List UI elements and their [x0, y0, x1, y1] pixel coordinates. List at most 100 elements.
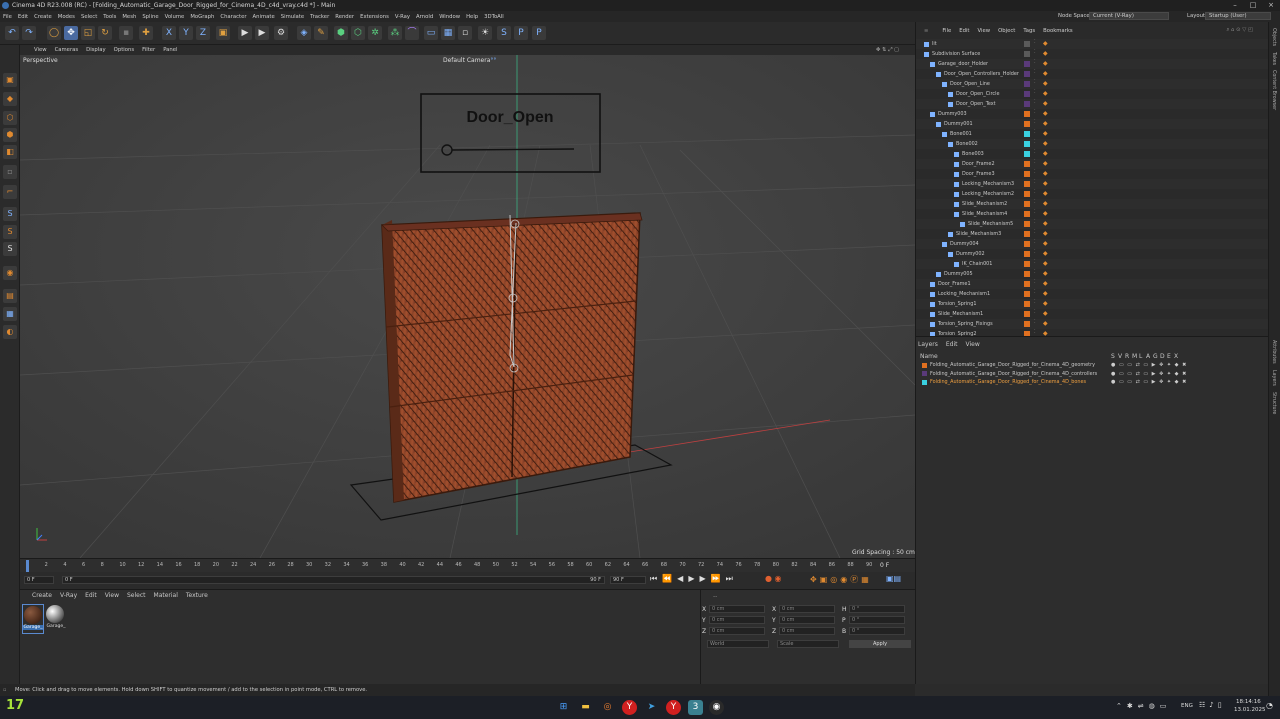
snap-settings-icon[interactable]: S	[3, 225, 17, 239]
language-indicator[interactable]: ENG	[1181, 703, 1193, 709]
object-row[interactable]: Slide_Mechanism4 ⁚ ◆	[916, 209, 1269, 219]
vray-icon[interactable]: S	[497, 26, 511, 40]
material-menu-view[interactable]: View	[105, 592, 119, 599]
cube-icon[interactable]: ◈	[297, 26, 311, 40]
material-menu-create[interactable]: Create	[32, 592, 52, 599]
z-axis-icon[interactable]: Z	[196, 26, 210, 40]
minimize-icon[interactable]: –	[1226, 0, 1244, 11]
object-tags-icon[interactable]: ◆	[1043, 310, 1048, 318]
object-tags-icon[interactable]: ◆	[1043, 300, 1048, 308]
uv-mode-icon[interactable]: ▫	[3, 165, 17, 179]
object-menu-object[interactable]: Object	[994, 23, 1019, 40]
object-menu-view[interactable]: View	[974, 23, 995, 40]
camera-icon[interactable]: ▫	[458, 26, 472, 40]
keyframe-tools[interactable]: ✥▣◎◉Ⓟ▦	[810, 574, 872, 585]
recent-tools-icon[interactable]: ▪	[119, 26, 133, 40]
timeline-layout-icon[interactable]: ▣▤	[886, 574, 901, 583]
viewport-menu-options[interactable]: Options	[110, 45, 138, 55]
object-layer-swatch[interactable]	[1024, 221, 1030, 227]
object-tags-icon[interactable]: ◆	[1043, 60, 1048, 68]
3d-viewport[interactable]: Door_Open Perspective Default Camera°° G…	[20, 55, 915, 558]
browser-icon[interactable]: ◎	[600, 700, 615, 715]
layout-dropdown[interactable]: Startup (User)	[1205, 12, 1271, 20]
object-layer-swatch[interactable]	[1024, 311, 1030, 317]
node-space-dropdown[interactable]: Current (V-Ray)	[1089, 12, 1169, 20]
right-tab-layers[interactable]: Layers	[1271, 370, 1276, 386]
right-tab-content-browser[interactable]: Content Browser	[1271, 70, 1276, 110]
object-tags-icon[interactable]: ◆	[1043, 290, 1048, 298]
object-layer-swatch[interactable]	[1024, 301, 1030, 307]
object-layer-swatch[interactable]	[1024, 261, 1030, 267]
cinema4d-taskbar-icon[interactable]: ◉	[709, 700, 724, 715]
object-tags-icon[interactable]: ◆	[1043, 180, 1048, 188]
object-visibility-dots[interactable]: ⁚	[1034, 180, 1037, 188]
object-tags-icon[interactable]: ◆	[1043, 150, 1048, 158]
object-layer-swatch[interactable]	[1024, 111, 1030, 117]
object-tags-icon[interactable]: ◆	[1043, 190, 1048, 198]
object-row[interactable]: Door_Frame3 ⁚ ◆	[916, 169, 1269, 179]
viewport-menu-panel[interactable]: Panel	[159, 45, 181, 55]
x-axis-icon[interactable]: X	[162, 26, 176, 40]
object-tags-icon[interactable]: ◆	[1043, 280, 1048, 288]
telegram-icon[interactable]: ➤	[644, 700, 659, 715]
coord-value-field[interactable]: 0 °	[849, 616, 905, 624]
move-tool-icon[interactable]: ✥	[64, 26, 78, 40]
object-visibility-dots[interactable]: ⁚	[1034, 90, 1037, 98]
object-layer-swatch[interactable]	[1024, 271, 1030, 277]
polygons-mode-icon[interactable]: ◧	[3, 145, 17, 159]
layer-row[interactable]: Folding_Automatic_Garage_Door_Rigged_for…	[922, 378, 1262, 386]
workplane-icon[interactable]: ▤	[3, 289, 17, 303]
object-tags-icon[interactable]: ◆	[1043, 70, 1048, 78]
network-volume-icons[interactable]: ☷♪▯	[1199, 701, 1226, 709]
layer-color-swatch[interactable]	[922, 379, 927, 385]
object-visibility-dots[interactable]: ⁚	[1034, 80, 1037, 88]
render-picture-viewer-icon[interactable]: ▶	[255, 26, 269, 40]
object-row[interactable]: lit ⁚ ◆	[916, 39, 1269, 49]
object-visibility-dots[interactable]: ⁚	[1034, 120, 1037, 128]
scene-icon[interactable]: ▦	[441, 26, 455, 40]
object-visibility-dots[interactable]: ⁚	[1034, 210, 1037, 218]
cloner-icon[interactable]: ⁂	[388, 26, 402, 40]
object-row[interactable]: Dummy005 ⁚ ◆	[916, 269, 1269, 279]
object-layer-swatch[interactable]	[1024, 121, 1030, 127]
object-visibility-dots[interactable]: ⁚	[1034, 130, 1037, 138]
object-search-icon[interactable]: ⌕ ⌂ ⊙ ▽ ◰	[1222, 22, 1257, 39]
object-visibility-dots[interactable]: ⁚	[1034, 220, 1037, 228]
mograph-icon[interactable]: ✲	[368, 26, 382, 40]
playback-controls[interactable]: ⏮⏪◀▶▶⏩⏭	[650, 574, 738, 584]
layer-row[interactable]: Folding_Automatic_Garage_Door_Rigged_for…	[922, 361, 1262, 369]
apply-button[interactable]: Apply	[849, 640, 911, 648]
object-tags-icon[interactable]: ◆	[1043, 110, 1048, 118]
object-row[interactable]: Door_Open_Controllers_Holder ⁚ ◆	[916, 69, 1269, 79]
object-layer-swatch[interactable]	[1024, 51, 1030, 57]
viewport-navigation-icon[interactable]: ✥ ⇅ ⤢ ▢	[872, 45, 903, 55]
object-row[interactable]: Garage_door_Holder ⁚ ◆	[916, 59, 1269, 69]
object-menu-tags[interactable]: Tags	[1019, 23, 1039, 40]
playhead[interactable]	[26, 560, 29, 572]
object-row[interactable]: Bone002 ⁚ ◆	[916, 139, 1269, 149]
object-tags-icon[interactable]: ◆	[1043, 120, 1048, 128]
object-layer-swatch[interactable]	[1024, 251, 1030, 257]
object-row[interactable]: Door_Frame1 ⁚ ◆	[916, 279, 1269, 289]
object-tags-icon[interactable]: ◆	[1043, 320, 1048, 328]
object-layer-swatch[interactable]	[1024, 291, 1030, 297]
object-menu-edit[interactable]: Edit	[955, 23, 973, 40]
edges-mode-icon[interactable]: ⬢	[3, 128, 17, 142]
object-layer-swatch[interactable]	[1024, 161, 1030, 167]
rotate-tool-icon[interactable]: ↻	[98, 26, 112, 40]
timeline-ruler[interactable]: 0246810121416182022242628303234363840424…	[20, 558, 915, 572]
material-menu-texture[interactable]: Texture	[186, 592, 208, 599]
object-layer-swatch[interactable]	[1024, 321, 1030, 327]
coord-value-field[interactable]: 0 °	[849, 627, 905, 635]
object-row[interactable]: IK_Chain001 ⁚ ◆	[916, 259, 1269, 269]
object-tags-icon[interactable]: ◆	[1043, 40, 1048, 48]
material-menu-v-ray[interactable]: V-Ray	[60, 592, 77, 599]
maximize-icon[interactable]: □	[1244, 0, 1262, 11]
locked-workplane-icon[interactable]: ◐	[3, 325, 17, 339]
object-tags-icon[interactable]: ◆	[1043, 210, 1048, 218]
coordinate-system-icon[interactable]: ▣	[216, 26, 230, 40]
object-visibility-dots[interactable]: ⁚	[1034, 140, 1037, 148]
object-row[interactable]: Door_Frame2 ⁚ ◆	[916, 159, 1269, 169]
material-slot-1[interactable]: Garage_	[22, 604, 44, 634]
texture-mode-icon[interactable]: ◆	[3, 92, 17, 106]
